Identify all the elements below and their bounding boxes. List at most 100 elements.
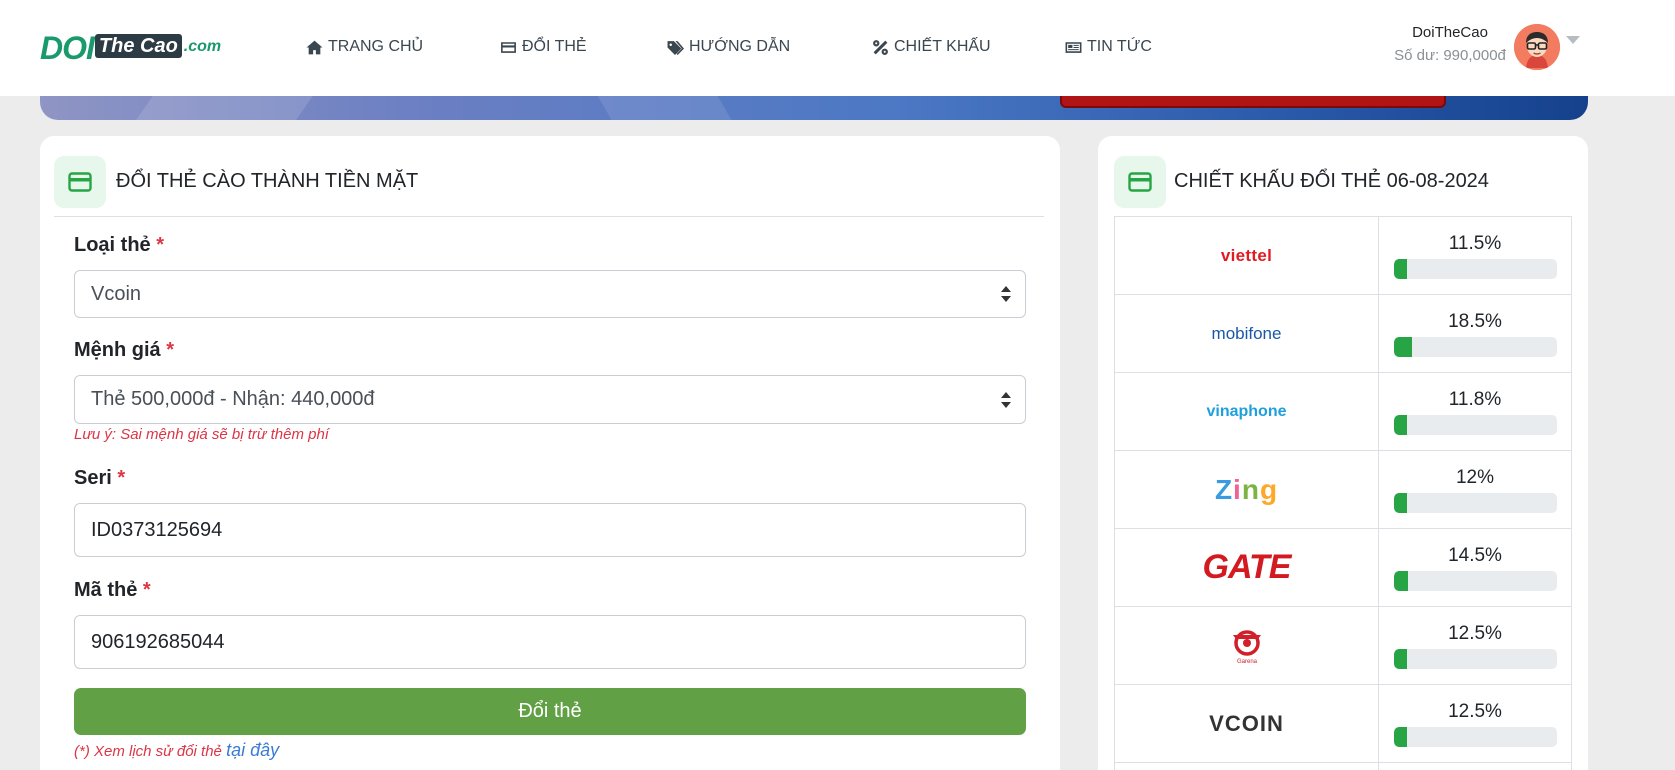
rate-row-viettel: viettel 11.5% (1115, 217, 1572, 295)
card-type-label-text: Loại thẻ (74, 234, 151, 256)
nav-exchange[interactable]: ĐỔI THẺ (500, 36, 587, 58)
value-selected: Thẻ 500,000đ - Nhận: 440,000đ (91, 388, 375, 410)
mobifone-logo-text: mobifone (1211, 323, 1282, 343)
vcoin-logo-text: VCOIN (1209, 710, 1284, 736)
rate-value-partial (1379, 763, 1572, 770)
percent-icon (873, 39, 888, 55)
user-name[interactable]: DoiTheCao (1380, 24, 1520, 41)
rate-logo-partial (1115, 763, 1379, 770)
rate-row-vcoin: VCOIN 12.5% (1115, 685, 1572, 763)
rate-progress-bar (1394, 415, 1557, 435)
form-card-icon (54, 156, 106, 208)
user-balance: Số dư: 990,000đ (1394, 47, 1506, 64)
serial-label-text: Seri (74, 467, 112, 489)
top-navbar: DOI The Cao .com TRANG CHỦ ĐỔI THẺ HƯỚNG… (0, 0, 1675, 96)
card-type-label: Loại thẻ * (74, 234, 164, 257)
zing-logo-letter: Z (1214, 473, 1234, 505)
rate-progress-bar (1394, 571, 1557, 591)
zing-logo: Zing (1115, 451, 1379, 528)
rate-value-cell: 14.5% (1379, 529, 1572, 606)
rate-row-garena: Garena 12.5% (1115, 607, 1572, 685)
rate-percent: 14.5% (1448, 545, 1502, 566)
rate-progress-fill (1394, 493, 1408, 513)
nav-news[interactable]: TIN TỨC (1065, 36, 1152, 58)
rate-value-cell: 18.5% (1379, 295, 1572, 372)
user-avatar-icon (1514, 24, 1560, 70)
rate-progress-fill (1394, 415, 1408, 435)
rate-value-cell: 12.5% (1379, 607, 1572, 684)
history-note-text: (*) Xem lịch sử đổi thẻ (74, 743, 222, 760)
logo-doi-text: DOI (40, 30, 95, 66)
vinaphone-logo: vinaphone (1115, 373, 1379, 450)
zing-logo-letter: g (1259, 473, 1279, 505)
rate-row-partial (1115, 763, 1572, 770)
required-mark: * (156, 234, 165, 256)
rate-progress-fill (1394, 571, 1409, 591)
rate-progress-fill (1394, 259, 1408, 279)
rate-value-cell: 12.5% (1379, 685, 1572, 762)
nav-guide[interactable]: HƯỚNG DẪN (667, 36, 790, 58)
site-logo[interactable]: DOI The Cao .com (40, 28, 221, 64)
serial-input-value: ID0373125694 (91, 518, 223, 541)
rate-progress-fill (1394, 337, 1413, 357)
newspaper-icon (1065, 41, 1082, 53)
viettel-logo: viettel (1115, 217, 1379, 294)
card-type-select[interactable]: Vcoin (74, 270, 1026, 318)
rate-progress-fill (1394, 649, 1408, 669)
credit-card-icon (1128, 172, 1152, 192)
history-note: (*) Xem lịch sử đổi thẻ tại đây (74, 740, 279, 761)
rate-progress-bar (1394, 727, 1557, 747)
value-label: Mệnh giá * (74, 339, 174, 362)
nav-discount[interactable]: CHIẾT KHẤU (872, 36, 991, 58)
rate-value-cell: 11.8% (1379, 373, 1572, 450)
zing-logo-letter: i (1233, 473, 1242, 505)
rate-percent: 12.5% (1448, 623, 1502, 644)
tags-icon (667, 40, 684, 55)
rate-percent: 12.5% (1448, 701, 1502, 722)
nav-discount-label: CHIẾT KHẤU (894, 38, 991, 55)
pin-input[interactable]: 906192685044 (74, 615, 1026, 669)
rate-row-mobifone: mobifone 18.5% (1115, 295, 1572, 373)
vcoin-logo: VCOIN (1115, 685, 1379, 762)
rate-row-zing: Zing 12% (1115, 451, 1572, 529)
nav-guide-label: HƯỚNG DẪN (689, 38, 791, 55)
nav-exchange-label: ĐỔI THẺ (522, 38, 587, 55)
nav-home[interactable]: TRANG CHỦ (306, 36, 423, 58)
credit-card-icon (68, 172, 92, 192)
rate-row-gate: GATE 14.5% (1115, 529, 1572, 607)
rates-table: viettel 11.5% mobifone 18.5% vinaphone 1… (1114, 216, 1572, 770)
required-mark: * (166, 339, 175, 361)
mobifone-logo: mobifone (1115, 295, 1379, 372)
zing-logo-letters: Zing (1215, 474, 1278, 505)
garena-logo: Garena (1115, 607, 1379, 684)
value-select[interactable]: Thẻ 500,000đ - Nhận: 440,000đ (74, 375, 1026, 424)
avatar[interactable] (1514, 24, 1560, 70)
serial-input[interactable]: ID0373125694 (74, 503, 1026, 557)
rate-value-cell: 12% (1379, 451, 1572, 528)
pin-label: Mã thẻ * (74, 579, 151, 602)
user-menu-chevron-down-icon[interactable] (1566, 36, 1580, 44)
rate-value-cell: 11.5% (1379, 217, 1572, 294)
zing-logo-letter: n (1241, 473, 1260, 505)
rate-percent: 11.5% (1448, 233, 1502, 254)
required-mark: * (117, 467, 126, 489)
home-icon (306, 40, 323, 54)
form-divider (54, 216, 1044, 217)
rates-card-icon (1114, 156, 1166, 208)
rate-percent: 12% (1455, 467, 1495, 488)
rate-progress-bar (1394, 649, 1557, 669)
rate-progress-bar (1394, 493, 1557, 513)
form-title: ĐỔI THẺ CÀO THÀNH TIỀN MẶT (116, 170, 419, 192)
gate-logo-text: GATE (1202, 548, 1292, 586)
gate-logo: GATE (1115, 529, 1379, 606)
pin-input-value: 906192685044 (91, 630, 225, 653)
svg-text:Garena: Garena (1236, 659, 1257, 665)
value-label-text: Mệnh giá (74, 339, 161, 361)
history-link[interactable]: tại đây (226, 740, 279, 760)
exchange-submit-button[interactable]: Đổi thẻ (74, 688, 1026, 735)
rate-progress-fill (1394, 727, 1408, 747)
vinaphone-logo-text: vinaphone (1206, 402, 1287, 420)
rate-percent: 11.8% (1448, 389, 1502, 410)
pin-label-text: Mã thẻ (74, 579, 138, 601)
serial-label: Seri * (74, 467, 125, 490)
